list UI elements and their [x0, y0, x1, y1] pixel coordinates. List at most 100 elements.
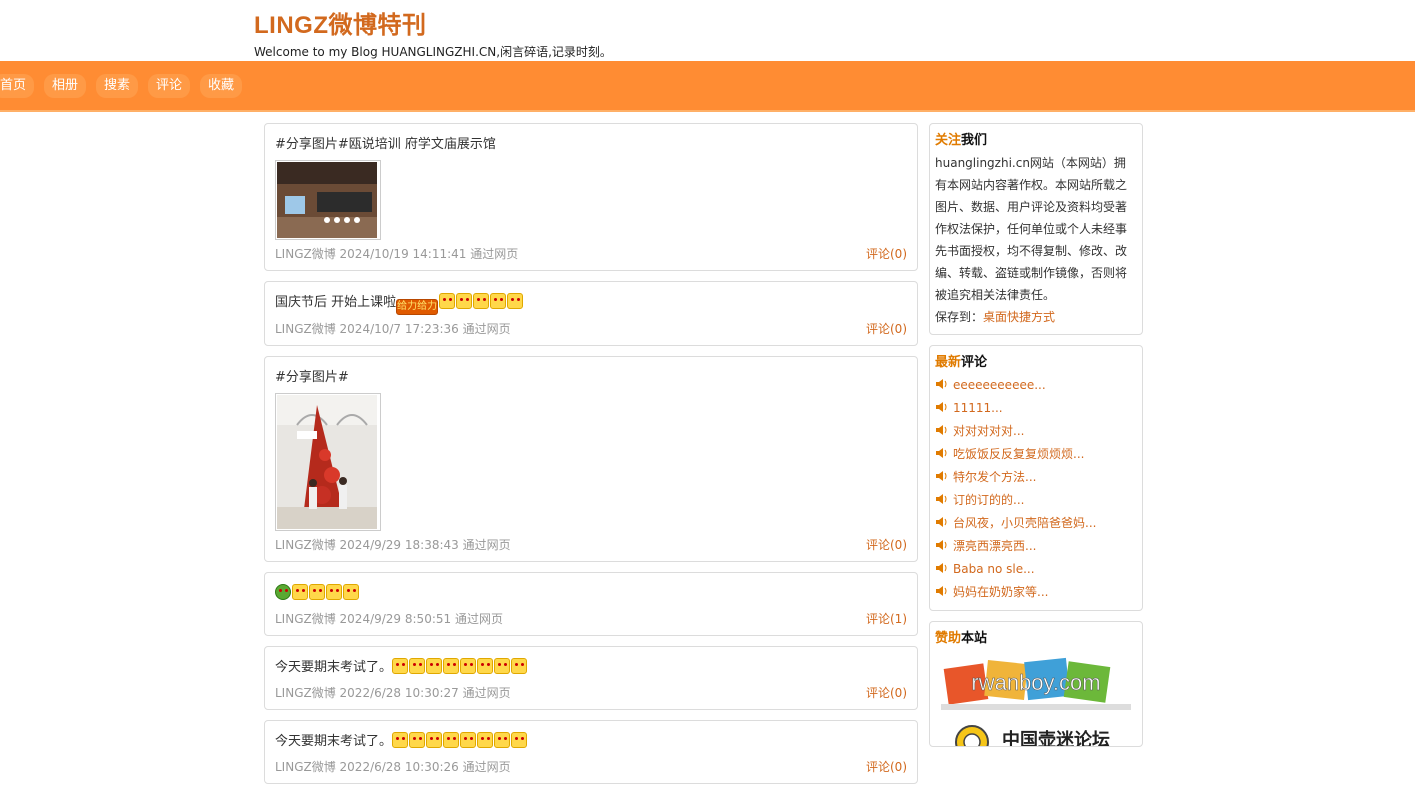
speaker-icon: [936, 425, 947, 435]
speaker-icon: [936, 494, 947, 504]
post-meta: LINGZ微博 2022/6/28 10:30:27 通过网页: [275, 686, 511, 700]
sidebar: 关注我们 huanglingzhi.cn网站（本网站）拥有本网站内容著作权。本网…: [929, 123, 1143, 757]
latest-comment-text[interactable]: 11111...: [953, 401, 1003, 415]
emoji-icon: [426, 658, 443, 674]
emoji-icon: [511, 732, 528, 748]
nav-comments[interactable]: 评论: [148, 74, 191, 98]
speaker-icon: [936, 517, 947, 527]
speaker-icon: [936, 540, 947, 550]
latest-comment-text[interactable]: 特尔发个方法...: [953, 470, 1036, 484]
geili-emoji-icon: 给力给力: [396, 299, 439, 315]
post-card: 今天要期末考试了。 LINGZ微博 2022/6/28 10:30:26 通过网…: [264, 720, 918, 784]
save-to-row: 保存到：桌面快捷方式: [935, 306, 1137, 328]
post-comments-link[interactable]: 评论(0): [866, 536, 907, 553]
desktop-shortcut-link[interactable]: 桌面快捷方式: [983, 310, 1055, 324]
post-card: LINGZ微博 2024/9/29 8:50:51 通过网页 评论(1): [264, 572, 918, 636]
nav-search[interactable]: 搜素: [96, 74, 139, 98]
latest-comments-title: 最新评论: [935, 355, 988, 370]
post-card: #分享图片#瓯说培训 府学文庙展示馆 LINGZ微博 2024/10/19 14…: [264, 123, 918, 271]
emoji-icon: [426, 732, 443, 748]
emoji-icon: [443, 732, 460, 748]
latest-comment-item[interactable]: eeeeeeeeeee...: [935, 374, 1137, 397]
post-text: 国庆节后 开始上课啦给力给力: [275, 292, 907, 315]
sponsor-logo-rwanboy[interactable]: rwanboy.com: [941, 656, 1131, 712]
sponsor-logo-hutalk-text: 中国壶迷论坛: [1002, 729, 1110, 747]
post-text: #分享图片#瓯说培训 府学文庙展示馆: [275, 137, 496, 152]
post-text: 今天要期末考试了。: [275, 731, 907, 753]
latest-comment-item[interactable]: 订的订的的...: [935, 489, 1137, 512]
latest-comment-item[interactable]: 吃饭饭反反复复烦烦烦...: [935, 443, 1137, 466]
nav-album[interactable]: 相册: [44, 74, 87, 98]
post-meta: LINGZ微博 2022/6/28 10:30:26 通过网页: [275, 760, 511, 774]
latest-comment-text[interactable]: 漂亮西漂亮西...: [953, 539, 1036, 553]
emoji-icon: [392, 658, 409, 674]
latest-comment-item[interactable]: 11111...: [935, 397, 1137, 420]
sponsor-box: 赞助本站 rwanboy.com 中国壶迷论坛: [929, 621, 1143, 747]
post-text-content: 今天要期末考试了。: [275, 660, 393, 675]
post-image[interactable]: [275, 393, 381, 531]
post-card: #分享图片# LINGZ微博 2024/9/29 18:38:43 通过网页 评…: [264, 356, 918, 562]
emoji-icon: [409, 732, 426, 748]
emoji-icon: [477, 658, 494, 674]
latest-comment-text[interactable]: eeeeeeeeeee...: [953, 378, 1046, 392]
latest-comment-text[interactable]: 妈妈在奶奶家等...: [953, 585, 1048, 599]
latest-comment-item[interactable]: 妈妈在奶奶家等...: [935, 581, 1137, 604]
post-comments-link[interactable]: 评论(1): [866, 610, 907, 627]
nav-bar: 首页 相册 搜素 评论 收藏: [0, 61, 1415, 112]
latest-comment-item[interactable]: 对对对对对...: [935, 420, 1137, 443]
emoji-icon: [477, 732, 494, 748]
post-meta: LINGZ微博 2024/9/29 8:50:51 通过网页: [275, 612, 503, 626]
nav-favorites[interactable]: 收藏: [200, 74, 243, 98]
emoji-icon: [439, 293, 456, 309]
latest-comment-text[interactable]: 对对对对对...: [953, 424, 1024, 438]
speaker-icon: [936, 379, 947, 389]
post-card: 今天要期末考试了。 LINGZ微博 2022/6/28 10:30:27 通过网…: [264, 646, 918, 710]
sponsor-logo-text: rwanboy.com: [971, 670, 1100, 695]
nav-home[interactable]: 首页: [0, 74, 35, 98]
post-comments-link[interactable]: 评论(0): [866, 684, 907, 701]
about-title: 关注我们: [935, 133, 988, 148]
speaker-icon: [936, 402, 947, 412]
site-title[interactable]: LINGZ微博特刊: [254, 5, 427, 40]
emoji-icon: [460, 658, 477, 674]
latest-comment-text[interactable]: Baba no sle...: [953, 562, 1035, 576]
latest-comment-item[interactable]: Baba no sle...: [935, 558, 1137, 581]
post-comments-link[interactable]: 评论(0): [866, 320, 907, 337]
copyright-text: huanglingzhi.cn网站（本网站）拥有本网站内容著作权。本网站所载之图…: [935, 156, 1128, 302]
post-text-content: 国庆节后 开始上课啦: [275, 295, 397, 310]
emoji-icon: [490, 293, 507, 309]
speaker-icon: [936, 586, 947, 596]
latest-comment-item[interactable]: 特尔发个方法...: [935, 466, 1137, 489]
emoji-icon: [343, 584, 359, 600]
latest-comment-text[interactable]: 台风夜，小贝壳陪爸爸妈...: [953, 516, 1096, 530]
emoji-icon: [494, 658, 511, 674]
emoji-icon: [292, 584, 308, 600]
sponsor-logo-hutalk[interactable]: 中国壶迷论坛: [946, 718, 1126, 747]
emoji-icon: [507, 293, 524, 309]
emoji-icon: [275, 584, 291, 600]
post-text-content: 今天要期末考试了。: [275, 734, 393, 749]
emoji-icon: [473, 293, 490, 309]
sponsor-title: 赞助本站: [935, 631, 988, 646]
post-text: #分享图片#: [275, 370, 349, 385]
emoji-icon: [511, 658, 528, 674]
latest-comment-item[interactable]: 漂亮西漂亮西...: [935, 535, 1137, 558]
post-meta: LINGZ微博 2024/10/7 17:23:36 通过网页: [275, 322, 511, 336]
post-comments-link[interactable]: 评论(0): [866, 758, 907, 775]
latest-comment-item[interactable]: 台风夜，小贝壳陪爸爸妈...: [935, 512, 1137, 535]
latest-comments-box: 最新评论 eeeeeeeeeee... 11111... 对对对对对... 吃饭饭反反…: [929, 345, 1143, 611]
post-meta: LINGZ微博 2024/9/29 18:38:43 通过网页: [275, 538, 511, 552]
post-meta: LINGZ微博 2024/10/19 14:11:41 通过网页: [275, 247, 519, 261]
post-card: 国庆节后 开始上课啦给力给力 LINGZ微博 2024/10/7 17:23:3…: [264, 281, 918, 346]
post-comments-link[interactable]: 评论(0): [866, 245, 907, 262]
latest-comments-list: eeeeeeeeeee... 11111... 对对对对对... 吃饭饭反反复复烦烦烦…: [935, 374, 1137, 604]
post-text: [275, 583, 907, 605]
speaker-icon: [936, 448, 947, 458]
latest-comment-text[interactable]: 吃饭饭反反复复烦烦烦...: [953, 447, 1084, 461]
emoji-icon: [494, 732, 511, 748]
post-image[interactable]: [275, 160, 381, 240]
speaker-icon: [936, 563, 947, 573]
emoji-icon: [326, 584, 342, 600]
about-box: 关注我们 huanglingzhi.cn网站（本网站）拥有本网站内容著作权。本网…: [929, 123, 1143, 335]
latest-comment-text[interactable]: 订的订的的...: [953, 493, 1024, 507]
